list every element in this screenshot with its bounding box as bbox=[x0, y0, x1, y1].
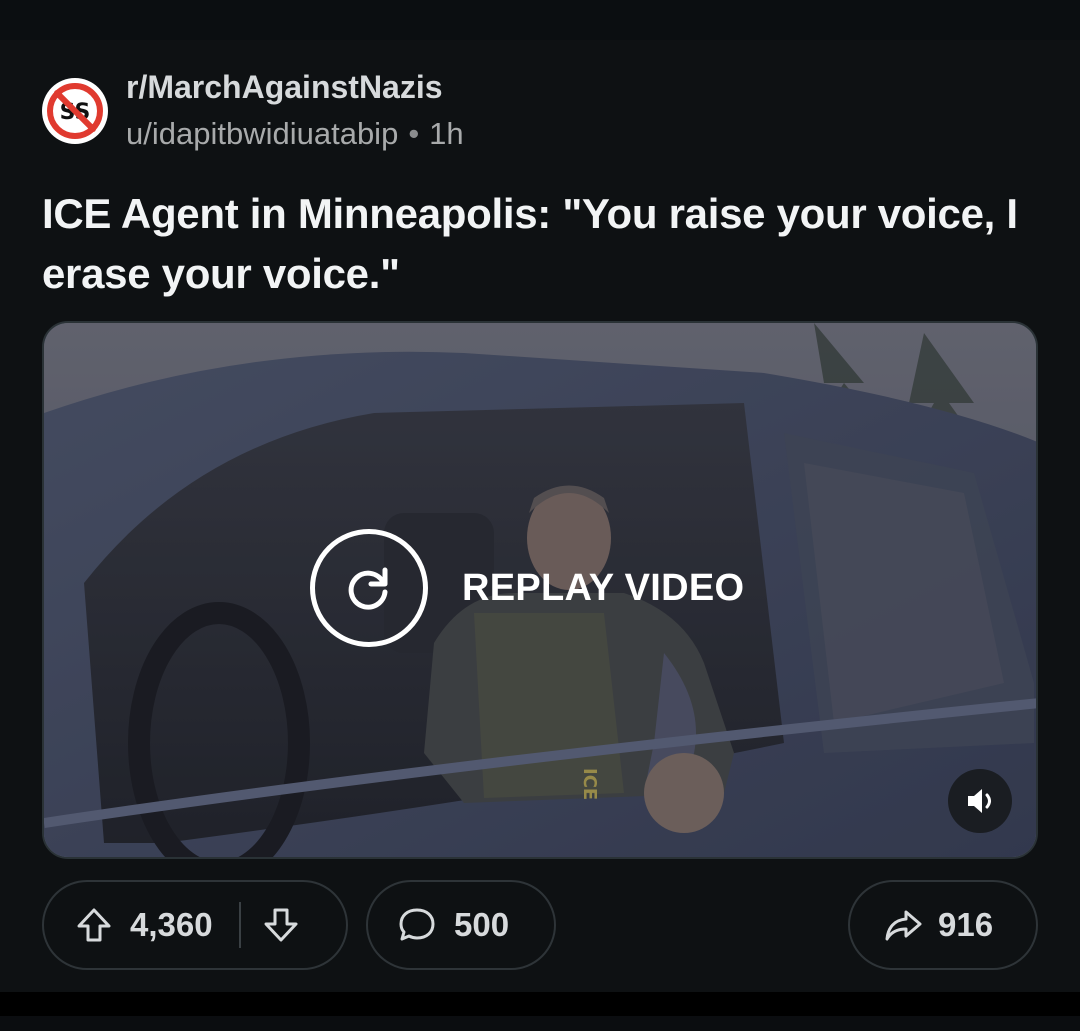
share-arrow-icon bbox=[885, 910, 922, 941]
subreddit-avatar[interactable]: SS bbox=[42, 78, 108, 144]
replay-button[interactable]: REPLAY VIDEO bbox=[310, 529, 744, 647]
comment-count: 500 bbox=[454, 906, 510, 943]
arrow-up-icon bbox=[77, 908, 111, 942]
post-meta: r/MarchAgainstNazis u/idapitbwidiuatabip… bbox=[126, 67, 464, 155]
author-name[interactable]: u/idapitbwidiuatabip bbox=[126, 113, 398, 155]
comment-icon-wrap bbox=[396, 904, 438, 946]
share-count: 916 bbox=[938, 906, 994, 943]
speaker-muted-icon bbox=[968, 789, 991, 813]
post-age: 1h bbox=[429, 116, 464, 151]
status-band bbox=[0, 0, 1080, 40]
share-button[interactable]: 916 bbox=[848, 880, 1038, 970]
replay-label: REPLAY VIDEO bbox=[462, 566, 745, 609]
author-line: u/idapitbwidiuatabip • 1h bbox=[126, 113, 464, 155]
comment-bubble-icon bbox=[399, 908, 435, 941]
post-page: SS r/MarchAgainstNazis u/idapitbwidiuata… bbox=[0, 0, 1080, 1031]
replay-icon bbox=[348, 567, 388, 610]
replay-ring bbox=[310, 529, 428, 647]
arrow-down-icon bbox=[264, 908, 298, 942]
downvote-button[interactable] bbox=[261, 905, 301, 945]
upvote-count: 4,360 bbox=[130, 906, 213, 943]
video-player[interactable]: ICE REPLAY VIDEO bbox=[42, 321, 1038, 859]
vote-divider bbox=[238, 902, 241, 948]
post-header: SS r/MarchAgainstNazis u/idapitbwidiuata… bbox=[42, 66, 464, 156]
post-title[interactable]: ICE Agent in Minneapolis: "You raise you… bbox=[42, 184, 1022, 304]
subreddit-name[interactable]: r/MarchAgainstNazis bbox=[126, 67, 464, 107]
post-actions: 4,360 500 916 bbox=[42, 880, 1038, 972]
meta-separator: • bbox=[408, 116, 420, 151]
audio-toggle-button[interactable] bbox=[948, 769, 1012, 833]
no-nazi-logo-icon: SS bbox=[44, 80, 106, 142]
upvote-button[interactable] bbox=[74, 905, 114, 945]
comments-button[interactable]: 500 bbox=[366, 880, 556, 970]
share-icon-wrap bbox=[882, 904, 924, 946]
vote-bar: 4,360 bbox=[42, 880, 348, 970]
next-post-edge bbox=[0, 1016, 1080, 1031]
